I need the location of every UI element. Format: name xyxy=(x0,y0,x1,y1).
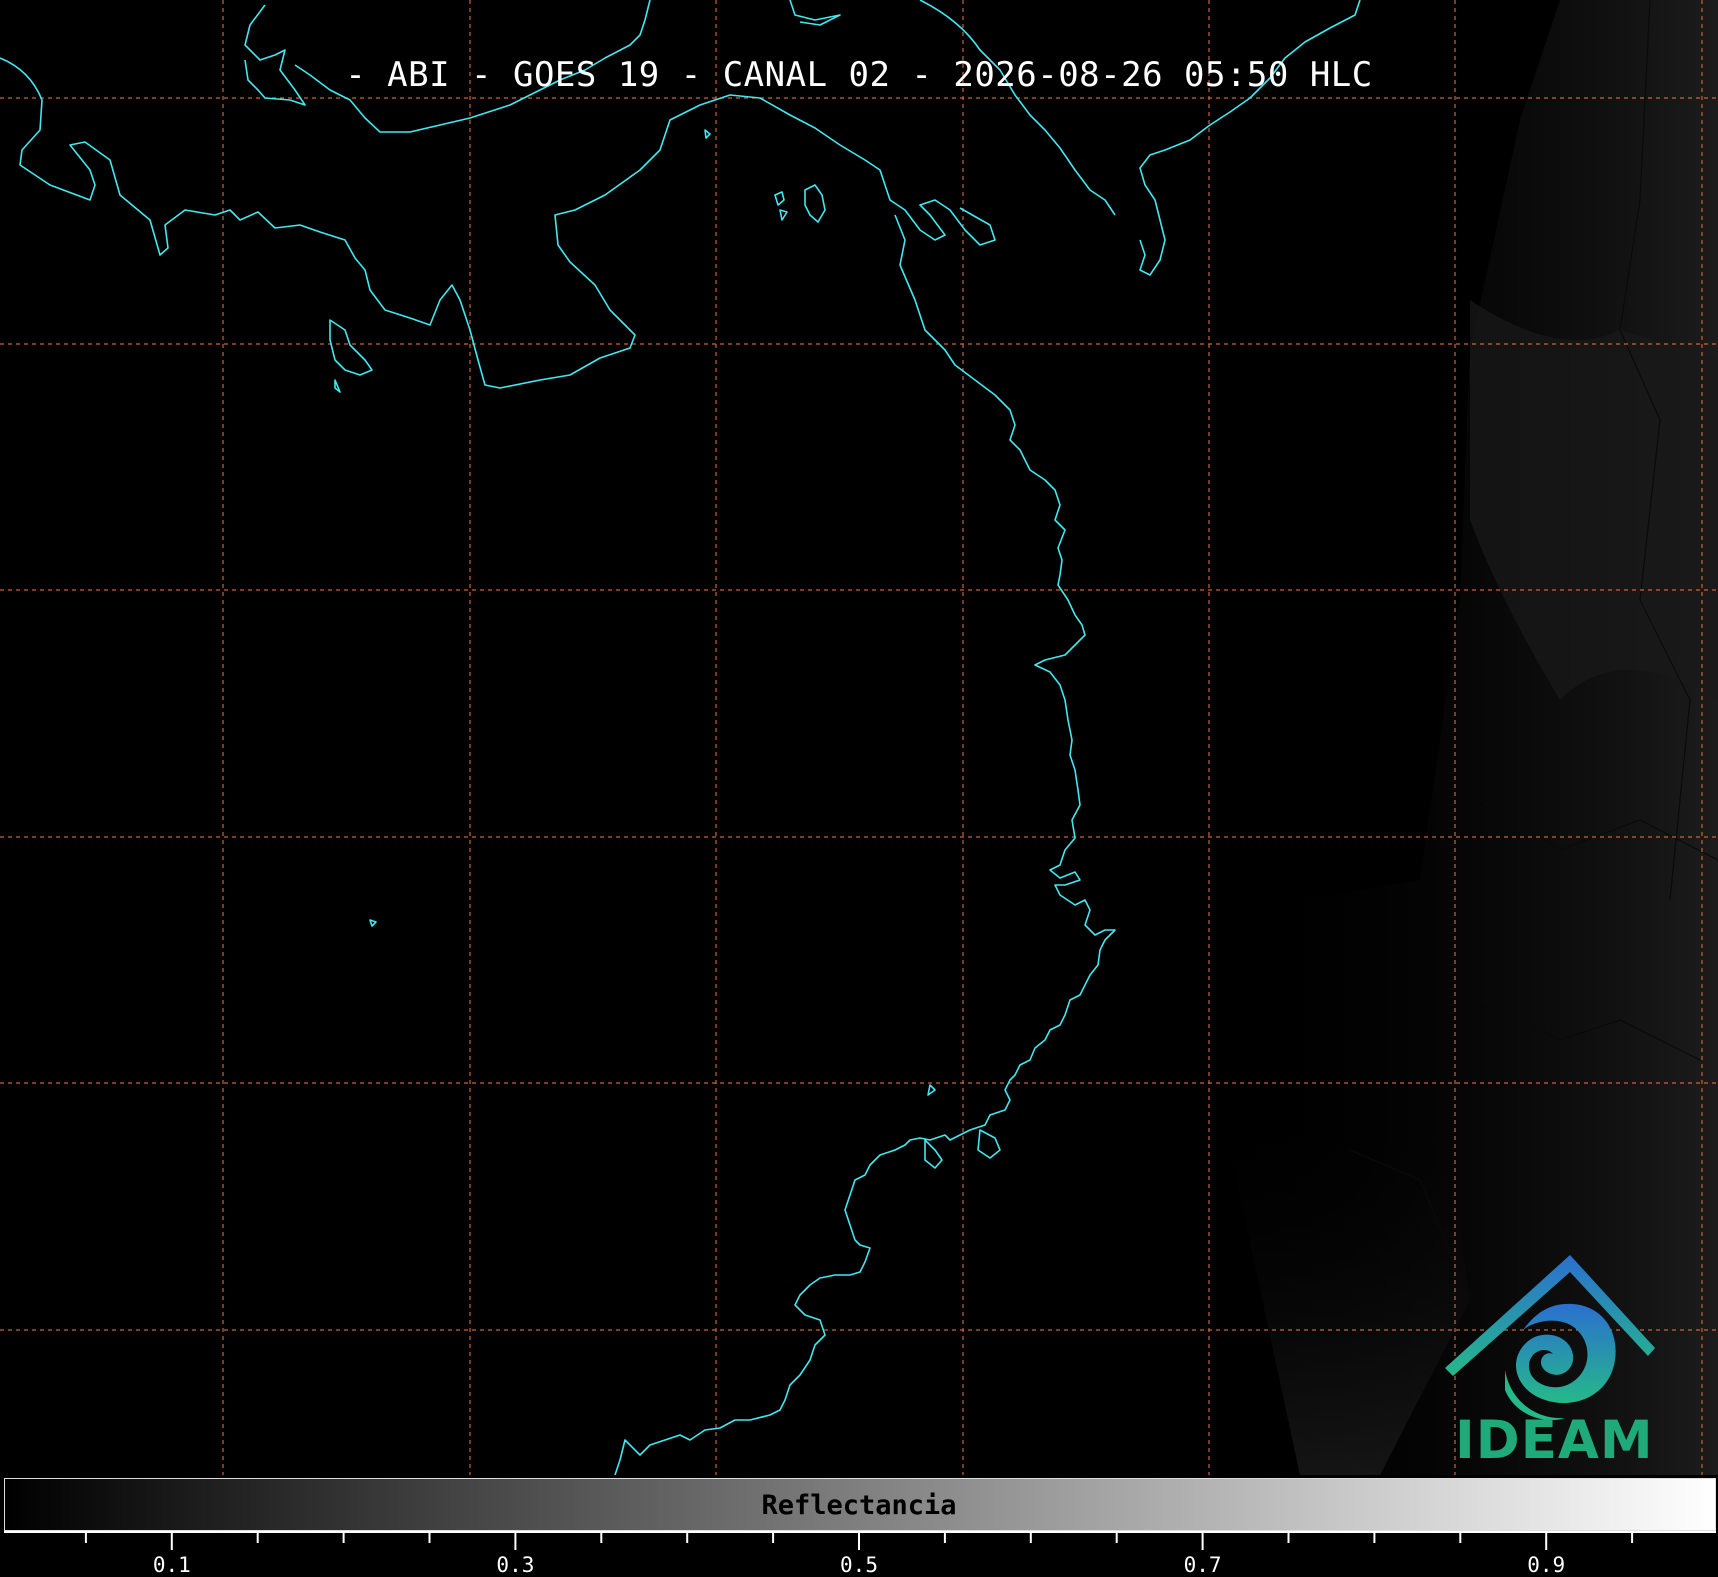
colorbar-tick-label: 0.7 xyxy=(1183,1553,1222,1577)
map-title: - ABI - GOES 19 - CANAL 02 - 2026-08-26 … xyxy=(345,55,1373,95)
colorbar-tick-label: 0.1 xyxy=(152,1553,191,1577)
colorbar-label: Reflectancia xyxy=(761,1490,957,1521)
ideam-logo-text: IDEAM xyxy=(1455,1410,1654,1471)
colorbar-tick-label: 0.9 xyxy=(1527,1553,1566,1577)
colorbar-tick-label: 0.5 xyxy=(840,1553,878,1577)
colorbar-tick-label: 0.3 xyxy=(496,1553,535,1577)
